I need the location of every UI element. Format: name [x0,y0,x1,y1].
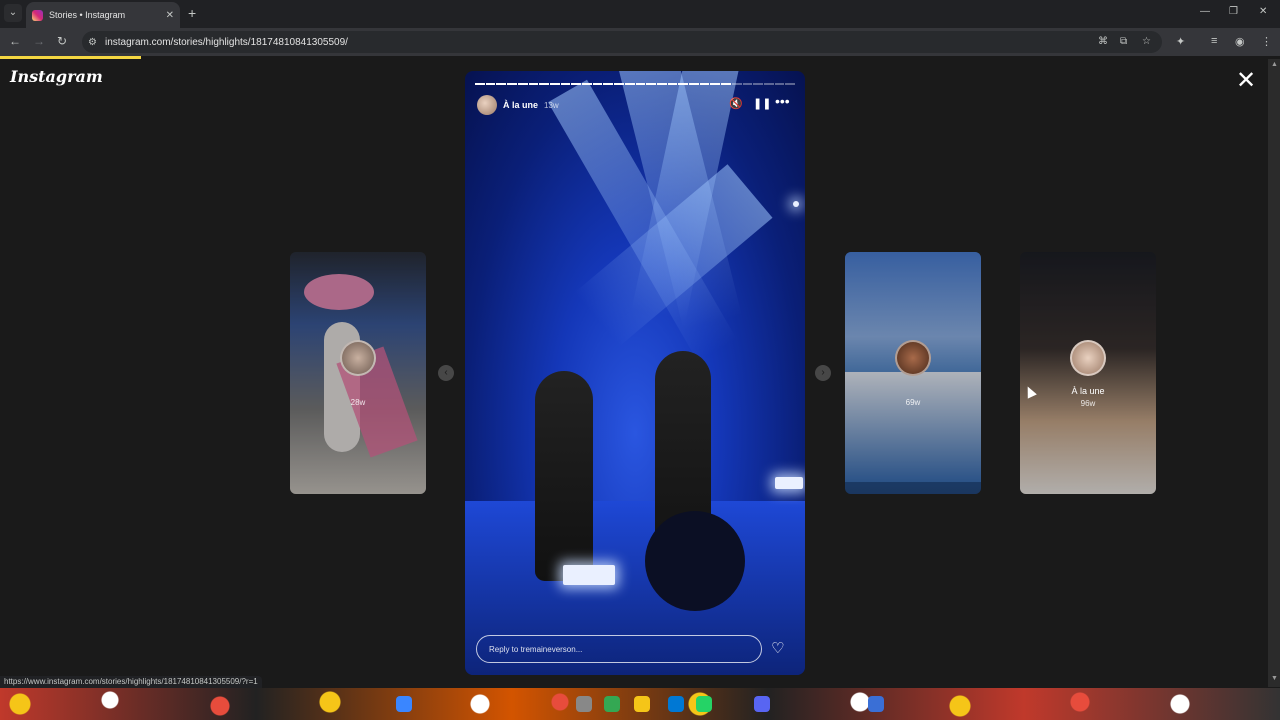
progress-segment [507,83,517,85]
more-icon[interactable]: ••• [775,93,790,109]
browser-menu-icon[interactable]: ⋮ [1261,35,1272,48]
taskbar-app-icon[interactable] [396,696,412,712]
discord-icon[interactable] [754,696,770,712]
progress-segment [475,83,485,85]
progress-segment [592,83,603,85]
browser-tab[interactable]: Stories • Instagram ✕ [26,2,180,28]
progress-segment [763,83,774,85]
progress-segment [571,83,582,85]
taskbar-app-icon[interactable] [868,696,884,712]
tab-close-icon[interactable]: ✕ [166,10,174,21]
new-tab-button[interactable]: + [188,5,196,21]
page-scrollbar[interactable]: ▲ ▼ [1268,59,1280,687]
progress-segment [742,83,753,85]
translate-icon[interactable]: ⌘ [1098,36,1108,47]
story-time: 13w [544,100,559,110]
side-story-time: 69w [905,398,921,407]
stories-page: Instagram ✕ 28w ‹ À la une 13w 🔇 ❚❚ ••• [0,59,1268,679]
reply-placeholder: Reply to tremaineverson... [489,644,583,654]
instagram-logo[interactable]: Instagram [10,67,103,86]
progress-segment [624,83,635,85]
taskbar-app-icon[interactable] [668,696,684,712]
reload-button[interactable]: ↻ [57,34,67,48]
progress-segment [721,83,731,85]
heart-icon[interactable]: ♡ [771,639,784,657]
story-header: À la une 13w 🔇 ❚❚ ••• [477,93,793,117]
story-username[interactable]: À la une [503,100,538,110]
bookmark-star-icon[interactable]: ☆ [1142,36,1151,47]
progress-segment [528,83,539,85]
side-story-3[interactable]: À la une 96w [1020,252,1156,494]
forward-button[interactable]: → [33,34,45,48]
progress-segment [582,83,592,85]
side-story-label: À la une [1071,386,1105,396]
progress-segment [667,83,678,85]
progress-segment [485,83,496,85]
back-button[interactable]: ← [9,34,21,48]
side-story-1[interactable]: 28w [290,252,426,494]
next-story-button[interactable]: › [815,365,831,381]
scroll-up-icon[interactable]: ▲ [1271,61,1278,68]
reply-input[interactable]: Reply to tremaineverson... [476,635,762,663]
restore-button[interactable]: ❐ [1229,6,1238,17]
progress-segment [710,83,721,85]
instagram-favicon-icon [32,9,43,21]
progress-segment [785,83,796,85]
browser-tab-bar: ⌄ Stories • Instagram ✕ + — ❐ ✕ [0,0,1280,28]
profile-icon[interactable]: ◉ [1235,35,1245,48]
side-story-2[interactable]: 69w [845,252,981,494]
tab-title: Stories • Instagram [49,10,126,20]
file-explorer-icon[interactable] [634,696,650,712]
media-controls-icon[interactable]: ≡ [1211,35,1217,47]
progress-segment [614,83,624,85]
progress-segment [774,83,785,85]
side-story-avatar [1070,340,1106,376]
extensions-icon[interactable]: ✦ [1176,35,1185,48]
progress-segment [678,83,689,85]
window-close-button[interactable]: ✕ [1259,6,1267,17]
install-app-icon[interactable]: ⧉ [1120,36,1127,47]
pause-icon[interactable]: ❚❚ [753,97,771,110]
progress-segment [549,83,560,85]
minimize-button[interactable]: — [1200,6,1210,17]
url-text[interactable]: instagram.com/stories/highlights/1817481… [105,37,348,48]
previous-story-button[interactable]: ‹ [438,365,454,381]
side-story-time: 96w [1080,399,1096,408]
chrome-icon[interactable] [604,696,620,712]
progress-segment [731,83,742,85]
status-bar-url: https://www.instagram.com/stories/highli… [0,676,262,688]
avatar[interactable] [477,95,497,115]
active-story[interactable]: À la une 13w 🔇 ❚❚ ••• Reply to tremainev… [465,71,805,675]
progress-segment [689,83,699,85]
story-progress-bar [475,83,796,85]
scroll-down-icon[interactable]: ▼ [1271,675,1278,682]
side-story-time: 28w [350,398,366,407]
side-story-avatar [340,340,376,376]
progress-segment [560,83,571,85]
progress-segment [699,83,710,85]
taskbar-app-icon[interactable] [576,696,592,712]
mute-icon[interactable]: 🔇 [729,97,743,110]
site-info-icon[interactable]: ⚙ [88,37,97,48]
address-bar[interactable]: ⚙ instagram.com/stories/highlights/18174… [82,31,1162,53]
browser-toolbar: ← → ↻ ⚙ instagram.com/stories/highlights… [0,28,1280,56]
whatsapp-icon[interactable] [696,696,712,712]
progress-segment [635,83,646,85]
performer-left [535,371,593,581]
progress-segment [656,83,667,85]
taskbar [0,688,1280,720]
progress-segment [603,83,614,85]
tab-search-button[interactable]: ⌄ [4,4,22,22]
side-story-avatar [895,340,931,376]
progress-segment [496,83,507,85]
progress-segment [646,83,656,85]
progress-segment [539,83,549,85]
close-icon[interactable]: ✕ [1236,69,1256,93]
progress-segment [517,83,528,85]
progress-segment [753,83,763,85]
stage-speaker [645,511,745,611]
